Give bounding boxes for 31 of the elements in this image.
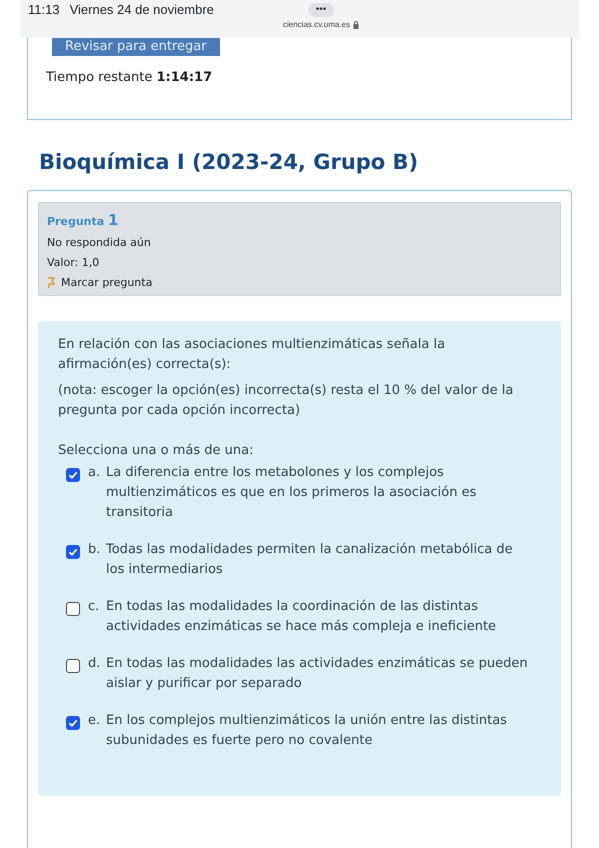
question-text: En relación con las asociaciones multienzimáticas señala la afirmación(es) correcta(s): [58,336,446,374]
status-date: Viernes 24 de noviembre [70,2,214,19]
option-letter: d. [88,655,102,673]
question-value: Valor: 1,0 [47,256,100,269]
option-text: Todas las modalidades permiten la canalización metabólica de los intermediarios [106,541,514,579]
checkbox[interactable] [66,468,80,482]
option-letter: a. [88,464,102,482]
flag-link[interactable]: Marcar pregunta [47,276,552,289]
option-letter: b. [88,541,102,559]
question-number: Pregunta 1 [47,211,120,229]
option-letter: c. [88,598,100,616]
review-button[interactable]: Revisar para entregar [52,38,220,56]
time-remaining: Tiempo restante 1:14:17 [46,70,214,85]
option-letter: e. [88,712,102,730]
lock-icon [353,20,359,28]
option-text: En los complejos multienzimáticos la unión entre las distintas subunidades es fuerte pero no covalente [106,712,508,750]
status-time: 11:13 [28,2,60,19]
checkbox[interactable] [66,659,80,673]
flag-icon [47,276,55,288]
answer-prompt: Selecciona una o más de una: [58,442,254,460]
url-text[interactable]: ciencias.cv.uma.es [283,20,359,29]
course-title: Bioquímica I (2023-24, Grupo B) [39,150,420,176]
option-text: La diferencia entre los metabolones y los complejos multienzimáticos es que en los primeros la asociación es transitoria [106,464,478,522]
question-state: No respondida aún [47,236,152,249]
question-note: (nota: escoger la opción(es) incorrecta(s) resta el 10 % del valor de la pregunta por cada opción incorrecta) [58,382,514,420]
checkbox[interactable] [66,716,80,730]
checkbox[interactable] [66,545,80,559]
checkbox[interactable] [66,602,80,616]
option-text: En todas las modalidades las actividades enzimáticas se pueden aislar y purificar por separado [106,655,529,693]
more-button[interactable]: ••• [308,3,334,17]
option-text: En todas las modalidades la coordinación de las distintas actividades enzimáticas se hace más compleja e ineficiente [106,598,498,636]
